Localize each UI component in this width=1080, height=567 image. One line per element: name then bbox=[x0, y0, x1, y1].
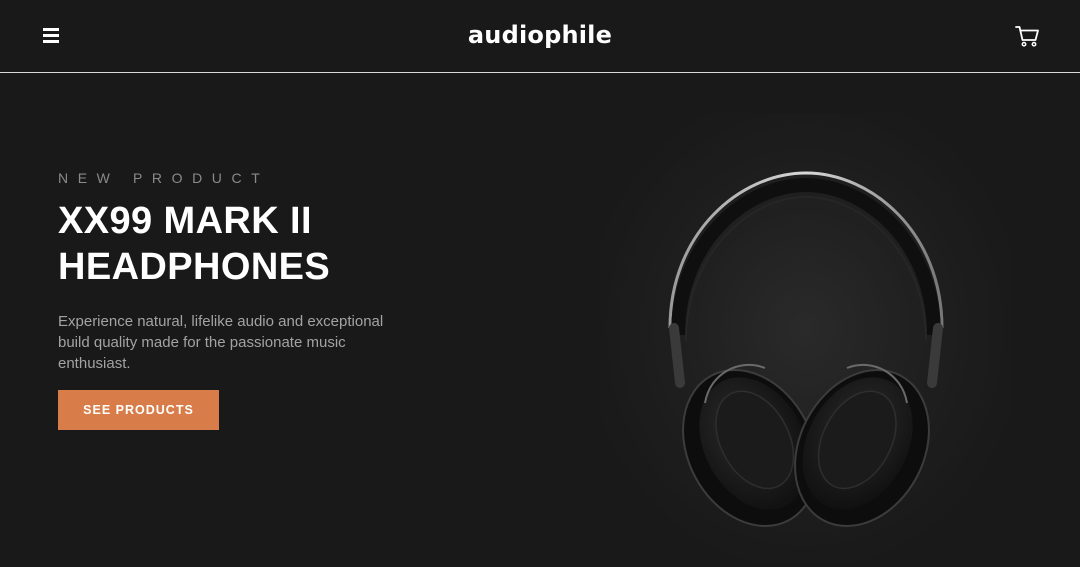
logo-text: audiophile bbox=[467, 21, 613, 49]
headphones-image bbox=[600, 113, 1010, 563]
hero-title-line-1: XX99 Mark II bbox=[58, 200, 312, 242]
logo[interactable]: audiophile bbox=[0, 20, 1080, 50]
hero-description: Experience natural, lifelike audio and e… bbox=[58, 313, 384, 372]
shopping-cart-icon[interactable] bbox=[1015, 25, 1039, 47]
see-products-button[interactable]: See Products bbox=[58, 390, 219, 430]
hero-overline: New Product bbox=[58, 170, 270, 186]
hero-section: New Product XX99 Mark II Headphones Expe… bbox=[0, 73, 1080, 567]
page: audiophile New Product XX99 Mark II Head… bbox=[0, 0, 1080, 567]
site-header: audiophile bbox=[0, 0, 1080, 73]
hero-title-line-2: Headphones bbox=[58, 246, 331, 288]
hero-title: XX99 Mark II Headphones bbox=[58, 198, 458, 290]
